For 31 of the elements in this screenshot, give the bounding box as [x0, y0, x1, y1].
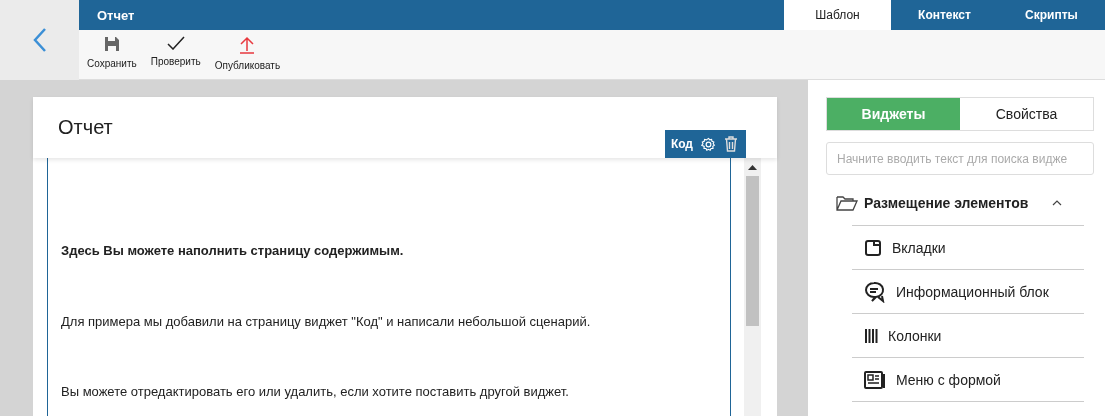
settings-icon[interactable]	[701, 136, 716, 152]
check-button[interactable]: Проверить	[146, 30, 205, 79]
tab[interactable]: Скрипты	[998, 0, 1105, 30]
group-header[interactable]: Размещение элементов	[864, 195, 1029, 211]
scrollbar[interactable]	[744, 158, 761, 416]
delete-icon[interactable]	[724, 136, 738, 152]
chat-bubbles-icon	[864, 280, 886, 303]
widget-item[interactable]: Информационный блок	[852, 270, 1084, 314]
back-chevron-icon[interactable]	[32, 27, 47, 53]
tab[interactable]: Контекст	[891, 0, 998, 30]
folder-icon	[836, 195, 858, 211]
page-title: Отчет	[97, 7, 136, 23]
paragraph: Здесь Вы можете наполнить страницу содержимым.	[61, 243, 405, 258]
save-button[interactable]: Сохранить	[83, 30, 141, 79]
newspaper-icon	[864, 370, 886, 389]
widget-item[interactable]: Колонки	[852, 314, 1084, 358]
paragraph: Для примера мы добавили на страницу виджет "Код" и написали небольшой сценарий.	[61, 314, 592, 329]
publish-button[interactable]: Опубликовать	[210, 30, 285, 79]
paragraph: Вы можете отредактировать его или удалить, если хотите поставить другой виджет.	[61, 384, 570, 399]
widget-item[interactable]: Вкладки	[852, 226, 1084, 270]
columns-icon	[864, 327, 878, 344]
checkmark-icon	[166, 36, 185, 50]
chevron-icon[interactable]	[1052, 200, 1063, 206]
search-field[interactable]: Начните вводить текст для поиска видже	[826, 142, 1094, 175]
widget-label: Код	[670, 137, 693, 151]
widget-item[interactable]: Меню с формой	[852, 358, 1084, 402]
window-icon	[864, 238, 882, 257]
tab[interactable]: Шаблон	[784, 0, 891, 30]
page-heading: Отчет	[58, 116, 113, 139]
scroll-up-icon[interactable]	[748, 164, 757, 170]
upload-arrow-icon	[239, 36, 256, 54]
